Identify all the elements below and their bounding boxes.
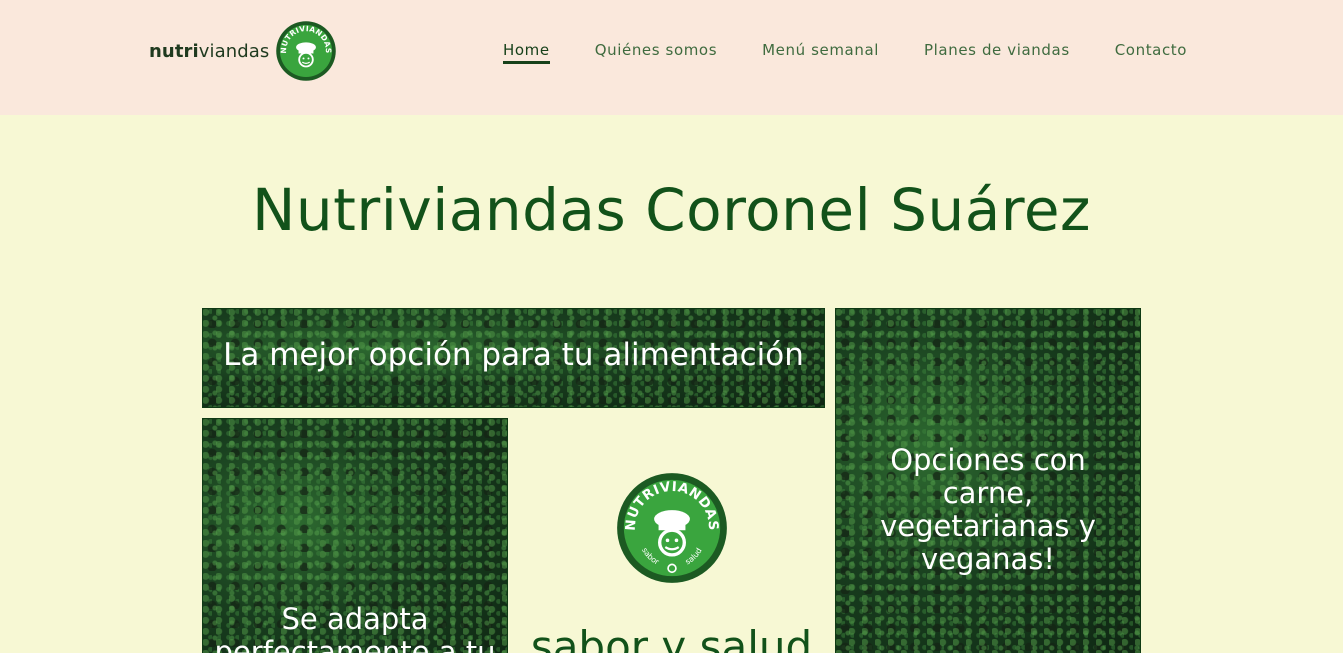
nutriviandas-logo-icon: NUTRIVIANDAS sabor salud: [617, 473, 727, 583]
nav-item-quienes-somos[interactable]: Quiénes somos: [595, 38, 717, 64]
brand-home-link[interactable]: nutriviandas NUTRIVIANDAS: [149, 18, 337, 84]
tile-food-options: Opciones con carne, vegetarianas y vegan…: [835, 308, 1141, 653]
slogan: sabor y salud: [530, 622, 813, 653]
tile-adapts-text: Se adapta perfectamente a tu: [214, 602, 496, 653]
brand-name: nutriviandas: [149, 40, 270, 62]
nav-item-home[interactable]: Home: [503, 38, 550, 64]
nav-item-planes-de-viandas[interactable]: Planes de viandas: [924, 38, 1070, 64]
nav-item-contacto[interactable]: Contacto: [1115, 38, 1187, 64]
nutriviandas-logo-icon: NUTRIVIANDAS: [276, 21, 337, 81]
tile-adapts: Se adapta perfectamente a tu: [202, 418, 508, 653]
tile-best-option-text: La mejor opción para tu alimentación: [223, 337, 804, 373]
page-title: Nutriviandas Coronel Suárez: [252, 176, 1091, 244]
main-nav: Home Quiénes somos Menú semanal Planes d…: [503, 38, 1232, 68]
tile-best-option: La mejor opción para tu alimentación: [202, 308, 825, 408]
nav-item-menu-semanal[interactable]: Menú semanal: [762, 38, 879, 64]
tile-food-options-text: Opciones con carne, vegetarianas y vegan…: [880, 443, 1096, 576]
site-header: nutriviandas NUTRIVIANDAS Home Quiénes s…: [0, 0, 1343, 115]
